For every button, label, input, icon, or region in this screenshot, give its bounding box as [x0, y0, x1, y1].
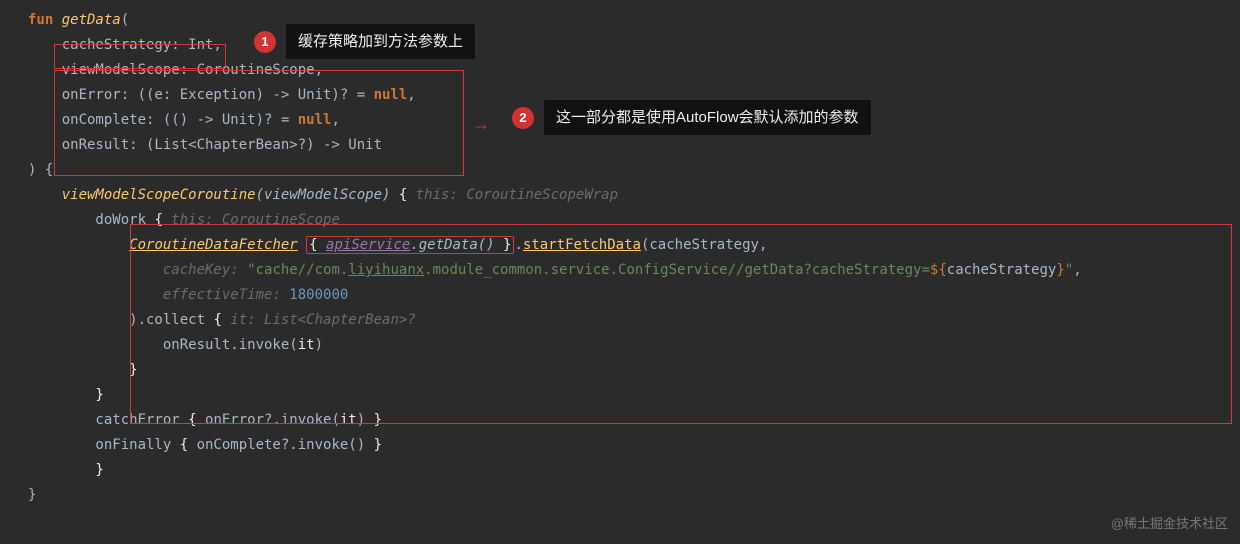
- watermark: @稀土掘金技术社区: [1111, 511, 1228, 536]
- code-line: cacheKey: "cache//com.liyihuanx.module_c…: [0, 258, 1240, 283]
- code-line: }: [0, 483, 1240, 508]
- code-line: ) {: [0, 158, 1240, 183]
- code-line: viewModelScope: CoroutineScope,: [0, 58, 1240, 83]
- arrow-icon: [472, 112, 490, 137]
- code-line: }: [0, 458, 1240, 483]
- code-line: effectiveTime: 1800000: [0, 283, 1240, 308]
- annotation-1: 1 缓存策略加到方法参数上: [254, 24, 475, 59]
- code-line: catchError { onError?.invoke(it) }: [0, 408, 1240, 433]
- code-line: onResult: (List<ChapterBean>?) -> Unit: [0, 133, 1240, 158]
- code-line: viewModelScopeCoroutine(viewModelScope) …: [0, 183, 1240, 208]
- code-block: fun getData( cacheStrategy: Int, viewMod…: [0, 0, 1240, 544]
- code-line: cacheStrategy: Int,: [0, 33, 1240, 58]
- code-line: CoroutineDataFetcher { apiService.getDat…: [0, 233, 1240, 258]
- code-line: doWork { this: CoroutineScope: [0, 208, 1240, 233]
- code-line: fun getData(: [0, 8, 1240, 33]
- badge-1: 1: [254, 31, 276, 53]
- annotation-label-2: 这一部分都是使用AutoFlow会默认添加的参数: [544, 100, 871, 135]
- code-line: onResult.invoke(it): [0, 333, 1240, 358]
- code-line: ).collect { it: List<ChapterBean>?: [0, 308, 1240, 333]
- annotation-2: 2 这一部分都是使用AutoFlow会默认添加的参数: [512, 100, 871, 135]
- code-line: }: [0, 358, 1240, 383]
- code-line: }: [0, 383, 1240, 408]
- code-line: onFinally { onComplete?.invoke() }: [0, 433, 1240, 458]
- badge-2: 2: [512, 107, 534, 129]
- annotation-label-1: 缓存策略加到方法参数上: [286, 24, 475, 59]
